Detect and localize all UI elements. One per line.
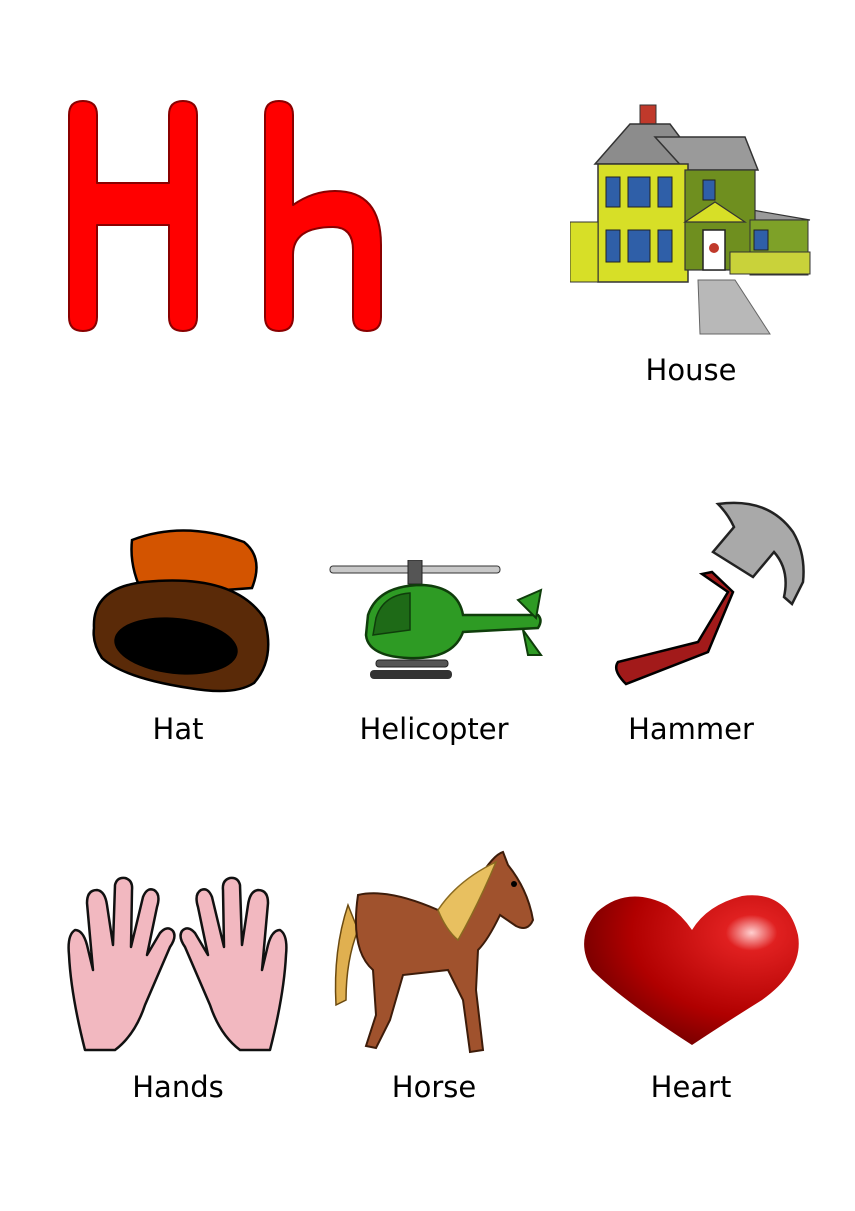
- hammer-icon: [615, 501, 805, 686]
- horse-icon: [334, 850, 535, 1054]
- hat-picture: [84, 518, 274, 698]
- hammer-label: Hammer: [628, 712, 754, 746]
- hat-icon: [92, 529, 270, 693]
- helicopter-label: Helicopter: [359, 712, 509, 746]
- hat-label: Hat: [152, 712, 204, 746]
- heart-icon: [584, 895, 799, 1045]
- house-label: House: [645, 353, 737, 387]
- hands-label: Hands: [132, 1070, 224, 1104]
- hammer-picture: [608, 492, 808, 690]
- heart-picture: [582, 890, 802, 1050]
- helicopter-picture: [328, 560, 550, 685]
- house-icon: [570, 104, 811, 335]
- hands-icon: [67, 876, 288, 1052]
- horse-picture: [328, 850, 538, 1060]
- heart-label: Heart: [650, 1070, 732, 1104]
- horse-label: Horse: [391, 1070, 477, 1104]
- letter-heading: [55, 95, 395, 340]
- house-picture: [570, 102, 812, 337]
- helicopter-icon: [329, 560, 543, 679]
- hands-picture: [65, 875, 290, 1055]
